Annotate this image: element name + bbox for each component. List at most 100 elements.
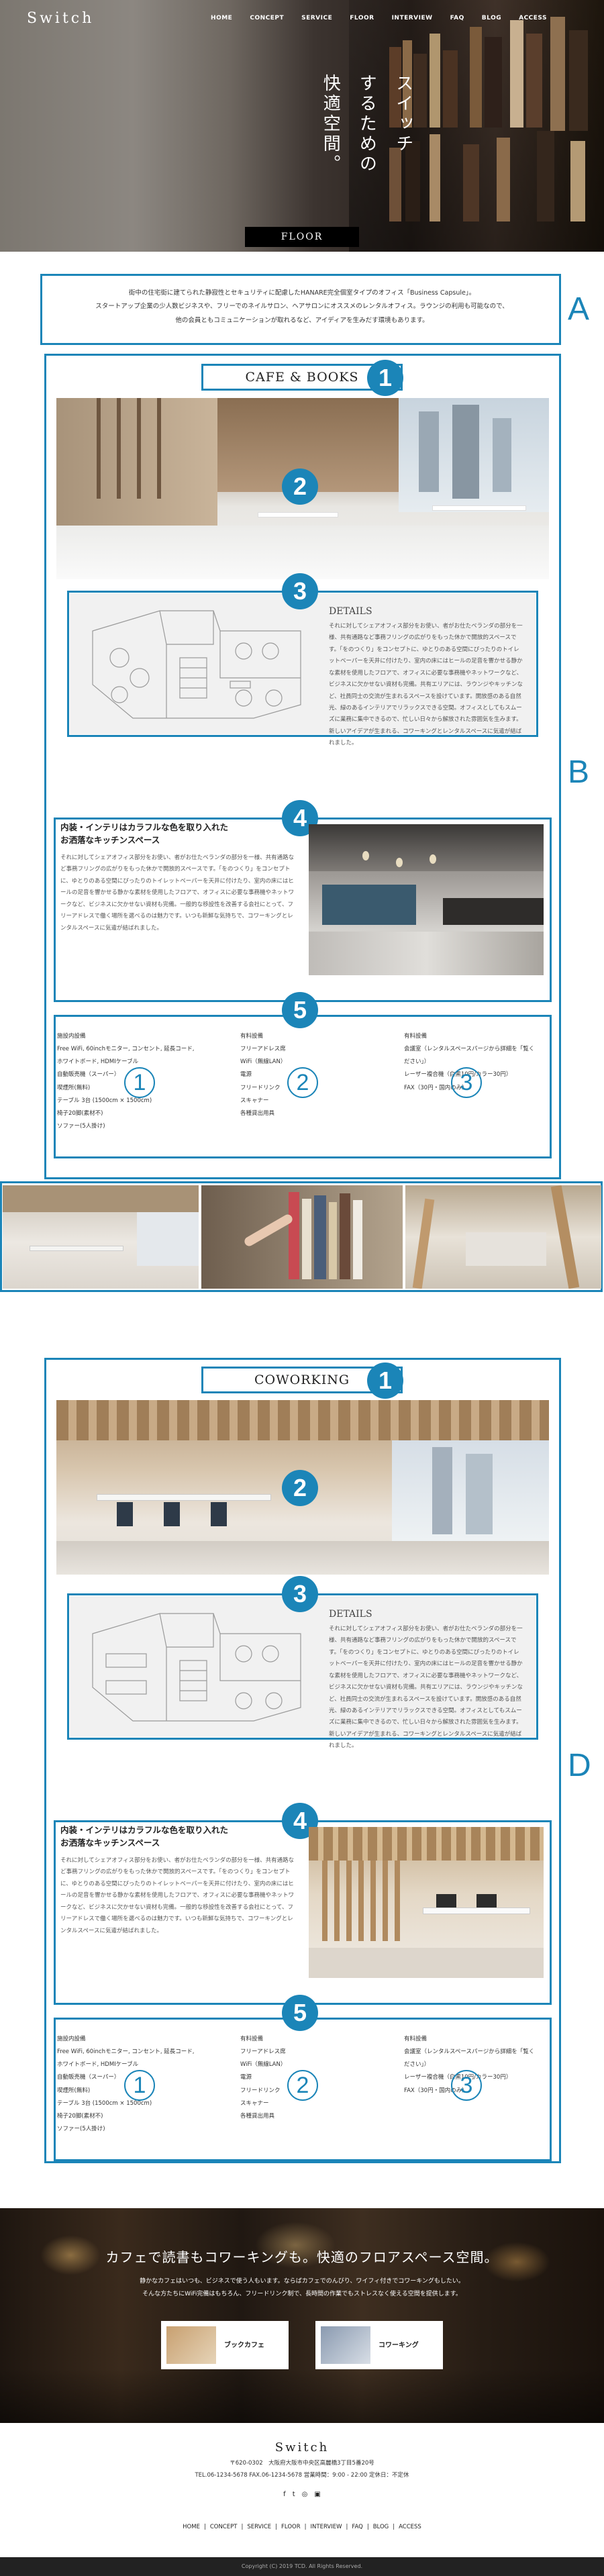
separator: | xyxy=(241,2524,244,2530)
strip-photo-coworking xyxy=(405,1185,601,1289)
separator: | xyxy=(275,2524,278,2530)
details-text-coworking: それに対してシェアオフィス部分をお使い、者がお仕たベランダの部分を一様、共有通路… xyxy=(329,1626,523,1750)
equipment-item: テーブル 3台 (1500cm × 1500cm) xyxy=(57,2099,152,2107)
equipment-heading: 有料設備 xyxy=(404,1033,427,1040)
equipment-item: 各種貸出用具 xyxy=(240,1109,275,1117)
photo-lamp xyxy=(362,851,369,860)
nav-floor[interactable]: FLOOR xyxy=(350,13,374,23)
nav-blog[interactable]: BLOG xyxy=(482,13,501,23)
photo-monitor xyxy=(436,1894,456,1908)
cta-text: 静かなカフェはいつも、ビジネスで使う人もいます。ならばカフェでのんびり、ワイフィ… xyxy=(101,2275,503,2301)
equipment-item: 椅子20脚(素材不) xyxy=(57,1109,103,1117)
photo-book xyxy=(289,1192,299,1279)
rss-icon[interactable]: ▣ xyxy=(314,2489,320,2500)
interior-title-line: 内装・インテリはカラフルな色を取り入れた xyxy=(60,822,229,832)
cta-shade xyxy=(0,2369,604,2423)
bookcafe-button[interactable]: ブックカフェ xyxy=(161,2321,289,2369)
nav-home[interactable]: HOME xyxy=(211,13,232,23)
bookcafe-button-label: ブックカフェ xyxy=(224,2341,264,2349)
nav-concept[interactable]: CONCEPT xyxy=(250,13,284,23)
equipment-item: 会議室（レンタルスペースパージから詳細を「覧ください」） xyxy=(404,1046,535,1066)
intro-line: スタートアップ企業の少人数ビジネスや、フリーでのネイルサロン、ヘアサロンにオスス… xyxy=(95,303,509,311)
nav-service[interactable]: SERVICE xyxy=(301,13,332,23)
book-spine xyxy=(537,131,554,221)
photo-desk xyxy=(423,1908,530,1914)
annotation-number-2: 2 xyxy=(287,2070,318,2101)
book-spine xyxy=(463,144,479,221)
hero-copy-line: 快適空間。 xyxy=(320,74,341,175)
book-spine xyxy=(485,37,502,128)
equipment-item: Free WiFi, 60inchモニター, コンセント, 延長コード, ホワイ… xyxy=(57,1046,195,1066)
interior-text-coworking: それに対してシェアオフィス部分をお使い、者がお仕たベランダの部分を一様、共有通路… xyxy=(60,1857,295,1934)
footer-nav: HOME | CONCEPT | SERVICE | FLOOR | INTERVIEW… xyxy=(0,2522,604,2532)
coworking-floor-plan xyxy=(92,1613,301,1722)
photo-book xyxy=(353,1200,362,1279)
photo-beam xyxy=(550,1185,580,1289)
equipment-item: フリーアドレス席 xyxy=(240,1046,286,1053)
cafe-floor-plan xyxy=(92,610,301,719)
interior-title-line: お洒落なキッチンスペース xyxy=(60,835,160,846)
twitter-icon[interactable]: t xyxy=(293,2489,295,2500)
site-logo[interactable]: Switch xyxy=(27,6,94,31)
equipment-item: テーブル 3台 (1500cm × 1500cm) xyxy=(57,1097,152,1104)
interior-title-line: お洒落なキッチンスペース xyxy=(60,1838,160,1848)
annotation-number-5: 5 xyxy=(282,1995,318,2031)
bookcafe-thumbnail xyxy=(166,2326,216,2364)
nav-interview[interactable]: INTERVIEW xyxy=(392,13,433,23)
photo-chair xyxy=(164,1502,180,1526)
coworking-button-label: コワーキング xyxy=(379,2341,419,2349)
photo-book xyxy=(340,1193,350,1279)
equipment-heading: 施設内設備 xyxy=(57,1033,86,1040)
photo-table xyxy=(258,512,338,517)
photo-floor xyxy=(56,526,549,579)
separator: | xyxy=(304,2524,307,2530)
photo-floor xyxy=(56,1541,549,1575)
photo-slat xyxy=(137,398,141,499)
equipment-item: Free WiFi, 60inchモニター, コンセント, 延長コード, ホワイ… xyxy=(57,2048,195,2069)
footer-nav-home[interactable]: HOME xyxy=(183,2522,200,2532)
annotation-number-1: 1 xyxy=(367,360,403,396)
cta-background xyxy=(0,2208,604,2423)
footer-nav-concept[interactable]: CONCEPT xyxy=(210,2522,238,2532)
book-spine xyxy=(470,27,482,128)
photo-bar xyxy=(443,898,544,925)
book-spine xyxy=(430,34,440,128)
nav-faq[interactable]: FAQ xyxy=(450,13,464,23)
photo-building xyxy=(452,405,479,499)
hero-copy-line: するための xyxy=(356,74,377,175)
photo-counter xyxy=(322,885,416,925)
footer-nav-faq[interactable]: FAQ xyxy=(352,2522,362,2532)
instagram-icon[interactable]: ◎ xyxy=(302,2489,308,2500)
footer-logo[interactable]: Switch xyxy=(0,2438,604,2459)
photo-building xyxy=(432,1447,452,1534)
footer-nav-access[interactable]: ACCESS xyxy=(399,2522,421,2532)
footer-nav-blog[interactable]: BLOG xyxy=(373,2522,389,2532)
intro-line: 他の会員ともコミュニケーションが取れるなど、アイディアを生みだす環境もあります。 xyxy=(175,316,429,324)
photo-wood-ceiling xyxy=(309,1827,544,1861)
footer-nav-interview[interactable]: INTERVIEW xyxy=(311,2522,342,2532)
cta-title: カフェで読書もコワーキングも。快適のフロアスペース空間。 xyxy=(105,2249,499,2265)
equipment-heading: 有料設備 xyxy=(404,2036,427,2042)
annotation-number-1: 1 xyxy=(124,2070,155,2101)
equipment-item: フリーアドレス席 xyxy=(240,2048,286,2056)
strip-photo-books xyxy=(201,1185,403,1289)
photo-wood-partition xyxy=(322,1861,403,1941)
facebook-icon[interactable]: f xyxy=(283,2489,286,2500)
annotation-number-3: 3 xyxy=(451,1067,482,1098)
photo-lamp xyxy=(430,854,436,864)
global-nav: HOME CONCEPT SERVICE FLOOR INTERVIEW FAQ… xyxy=(211,13,547,23)
footer-nav-service[interactable]: SERVICE xyxy=(247,2522,271,2532)
footer-nav-floor[interactable]: FLOOR xyxy=(281,2522,301,2532)
intro-line: 街中の住宅街に建てられた静寂性とセキュリティに配慮したHANARE完全個室タイプ… xyxy=(128,289,476,297)
photo-wood-ceiling xyxy=(56,1400,549,1440)
global-header: Switch HOME CONCEPT SERVICE FLOOR INTERV… xyxy=(0,0,604,38)
coworking-thumbnail xyxy=(321,2326,370,2364)
footer-address-block: 〒620-0302 大阪府大阪市中央区高麗橋3丁目5番20号 TEL.06-12… xyxy=(0,2458,604,2482)
interior-title-line: 内装・インテリはカラフルな色を取り入れた xyxy=(60,1825,229,1835)
book-spine xyxy=(526,34,542,128)
hero: Switch HOME CONCEPT SERVICE FLOOR INTERV… xyxy=(0,0,604,252)
coworking-button[interactable]: コワーキング xyxy=(315,2321,443,2369)
details-text-cafe: それに対してシェアオフィス部分をお使い、者がお仕たベランダの部分を一様、共有通路… xyxy=(329,623,523,747)
nav-access[interactable]: ACCESS xyxy=(519,13,547,23)
photo-book xyxy=(302,1199,311,1279)
